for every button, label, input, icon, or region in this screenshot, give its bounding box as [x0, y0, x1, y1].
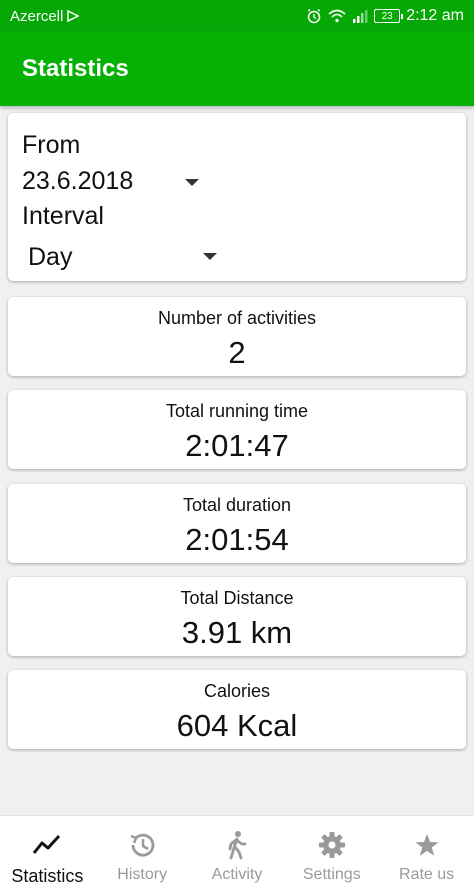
interval-label: Interval — [22, 202, 104, 230]
walking-icon — [224, 830, 250, 860]
app-bar: Statistics — [0, 32, 474, 106]
nav-label: Rate us — [399, 866, 455, 883]
play-store-icon — [67, 10, 80, 22]
stat-title: Total duration — [182, 495, 292, 515]
stat-value: 3.91 km — [181, 615, 293, 650]
nav-item-history[interactable]: History — [95, 816, 190, 890]
nav-item-activity[interactable]: Activity — [190, 816, 285, 890]
gear-icon — [317, 830, 347, 860]
chevron-down-icon — [185, 179, 199, 186]
status-right: 23 2:12 am — [306, 7, 464, 25]
chart-line-icon — [32, 830, 62, 860]
bottom-nav: Statistics History Activity Settings Rat… — [0, 815, 474, 890]
nav-label: Statistics — [11, 866, 84, 886]
from-date-value: 23.6.2018 — [22, 167, 134, 195]
filter-card: From 23.6.2018 Interval Day — [8, 113, 466, 281]
nav-item-statistics[interactable]: Statistics — [0, 816, 95, 890]
page-title: Statistics — [22, 55, 129, 82]
from-label: From — [22, 131, 81, 159]
stat-title: Total running time — [165, 401, 309, 421]
stat-title: Calories — [203, 681, 271, 701]
status-time: 2:12 am — [406, 7, 464, 24]
alarm-icon — [306, 8, 322, 24]
stat-card-duration: Total duration 2:01:54 — [8, 484, 466, 563]
stat-value: 2:01:47 — [185, 428, 289, 463]
status-left: Azercell — [10, 7, 80, 25]
nav-label: Activity — [211, 866, 263, 883]
stat-value: 2:01:54 — [185, 522, 289, 557]
stat-value: 604 Kcal — [176, 708, 298, 743]
stat-card-activities: Number of activities 2 — [8, 297, 466, 376]
carrier-name: Azercell — [10, 7, 64, 25]
stat-title: Total Distance — [180, 588, 294, 608]
stat-card-calories: Calories 604 Kcal — [8, 670, 466, 749]
stat-value: 2 — [228, 335, 246, 370]
interval-dropdown[interactable]: Day — [22, 241, 222, 275]
stat-card-running-time: Total running time 2:01:47 — [8, 390, 466, 469]
nav-label: Settings — [302, 866, 361, 883]
stat-title: Number of activities — [157, 308, 317, 328]
wifi-icon — [328, 9, 346, 23]
stat-card-distance: Total Distance 3.91 km — [8, 577, 466, 656]
nav-item-rate-us[interactable]: Rate us — [379, 816, 474, 890]
nav-item-settings[interactable]: Settings — [284, 816, 379, 890]
from-date-dropdown[interactable]: 23.6.2018 — [22, 165, 212, 199]
battery-icon: 23 — [374, 9, 404, 23]
interval-value: Day — [28, 243, 73, 271]
star-icon — [414, 830, 440, 860]
history-icon — [127, 830, 157, 860]
chevron-down-icon — [203, 253, 217, 260]
nav-label: History — [117, 866, 168, 883]
signal-icon — [352, 9, 368, 23]
status-bar: Azercell 23 2:12 am — [0, 0, 474, 32]
